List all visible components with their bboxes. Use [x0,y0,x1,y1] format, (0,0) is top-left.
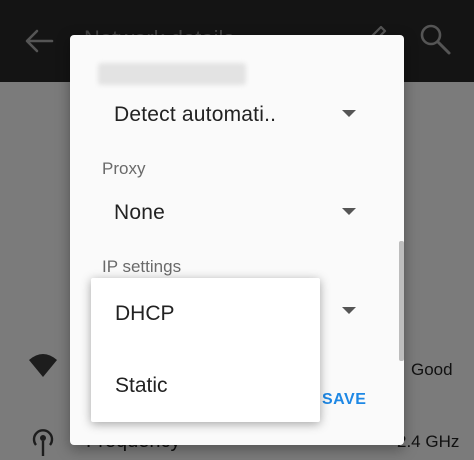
proxy-label: Proxy [102,159,146,178]
frequency-value: 2.4 GHz [397,432,460,451]
proxy-value[interactable]: None [114,201,165,225]
popup-option-label: DHCP [115,302,175,325]
ip-settings-label: IP settings [102,257,182,276]
dialog-title-blurred [98,63,246,85]
dropdown-arrow-icon[interactable] [342,307,356,314]
detect-setting-value[interactable]: Detect automati.. [114,103,276,127]
frequency-antenna-icon [32,429,54,456]
dropdown-arrow-icon[interactable] [342,208,356,215]
ip-settings-popup-menu: DHCP Static [91,278,320,422]
popup-option-dhcp[interactable]: DHCP [91,278,320,350]
save-button[interactable]: SAVE [322,391,366,409]
popup-option-label: Static [115,374,168,397]
dropdown-arrow-icon[interactable] [342,110,356,117]
popup-option-static[interactable]: Static [91,350,320,422]
signal-strength-value: Good [411,360,453,379]
wifi-signal-icon [29,354,57,377]
back-arrow-icon[interactable] [22,24,56,58]
search-icon[interactable] [418,22,452,56]
dialog-scrollbar[interactable] [399,241,404,361]
